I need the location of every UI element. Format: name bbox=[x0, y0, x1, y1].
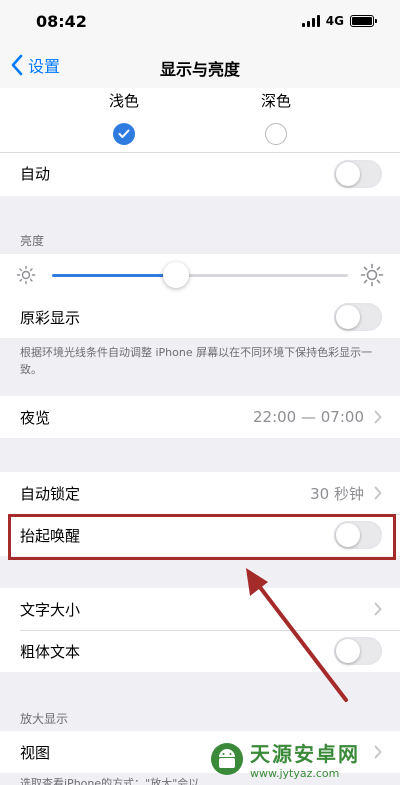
night-shift-value: 22:00 — 07:00 bbox=[253, 408, 364, 426]
status-bar: 08:42 4G bbox=[0, 0, 400, 44]
watermark-text: 天源安卓网 www.jytyaz.com bbox=[250, 738, 360, 780]
battery-icon bbox=[350, 15, 377, 27]
chevron-right-icon bbox=[374, 602, 382, 616]
dark-label: 深色 bbox=[260, 92, 291, 110]
checkmark-icon bbox=[118, 129, 130, 138]
status-time: 08:42 bbox=[36, 12, 87, 31]
auto-lock-label: 自动锁定 bbox=[20, 484, 81, 503]
light-radio[interactable] bbox=[113, 123, 135, 145]
appearance-dark-option[interactable]: 深色 bbox=[246, 88, 306, 145]
sun-large-icon bbox=[360, 263, 384, 287]
sun-small-icon bbox=[16, 265, 36, 285]
brightness-fill bbox=[52, 274, 177, 277]
watermark-url: www.jytyaz.com bbox=[250, 767, 340, 780]
auto-row: 自动 bbox=[0, 152, 400, 194]
true-tone-toggle[interactable] bbox=[334, 303, 382, 331]
toggle-knob bbox=[336, 162, 360, 186]
highlight-box bbox=[8, 514, 396, 560]
chevron-right-icon bbox=[374, 745, 382, 759]
light-label: 浅色 bbox=[108, 92, 139, 110]
auto-toggle[interactable] bbox=[334, 160, 382, 188]
toggle-knob bbox=[336, 639, 360, 663]
dark-radio[interactable] bbox=[265, 123, 287, 145]
zoom-header: 放大显示 bbox=[20, 712, 69, 726]
true-tone-row: 原彩显示 bbox=[0, 296, 400, 338]
watermark-title: 天源安卓网 bbox=[250, 742, 360, 766]
auto-lock-value: 30 秒钟 bbox=[310, 484, 364, 503]
bold-text-toggle[interactable] bbox=[334, 637, 382, 665]
toggle-knob bbox=[336, 305, 360, 329]
appearance-section: 浅色 深色 自动 bbox=[0, 88, 400, 196]
zoom-view-label: 视图 bbox=[20, 743, 51, 762]
auto-lock-row[interactable]: 自动锁定 30 秒钟 bbox=[0, 472, 400, 514]
true-tone-label: 原彩显示 bbox=[20, 308, 81, 327]
brightness-thumb[interactable] bbox=[163, 262, 190, 288]
night-shift-label: 夜览 bbox=[20, 408, 51, 427]
text-size-label: 文字大小 bbox=[20, 600, 81, 619]
nav-bar: 设置 显示与亮度 bbox=[0, 44, 400, 88]
signal-icon bbox=[301, 15, 320, 27]
android-logo-icon bbox=[211, 743, 243, 775]
true-tone-footer: 根据环境光线条件自动调整 iPhone 屏幕以在不同环境下保持色彩显示一致。 bbox=[20, 346, 373, 376]
auto-label: 自动 bbox=[20, 165, 51, 183]
status-icons: 4G bbox=[301, 14, 377, 28]
chevron-right-icon bbox=[374, 410, 382, 424]
brightness-section: 原彩显示 bbox=[0, 254, 400, 338]
appearance-light-option[interactable]: 浅色 bbox=[94, 88, 154, 145]
night-shift-section: 夜览 22:00 — 07:00 bbox=[0, 396, 400, 438]
brightness-header: 亮度 bbox=[20, 234, 45, 248]
night-shift-row[interactable]: 夜览 22:00 — 07:00 bbox=[0, 396, 400, 438]
brightness-slider-row bbox=[0, 254, 400, 296]
network-type: 4G bbox=[325, 14, 344, 28]
brightness-slider[interactable] bbox=[52, 262, 348, 288]
text-size-row[interactable]: 文字大小 bbox=[0, 588, 400, 630]
bold-text-row: 粗体文本 bbox=[0, 630, 400, 672]
page-title: 显示与亮度 bbox=[159, 60, 240, 79]
chevron-right-icon bbox=[374, 486, 382, 500]
watermark: 天源安卓网 www.jytyaz.com bbox=[210, 738, 360, 780]
text-section: 文字大小 粗体文本 bbox=[0, 588, 400, 672]
bold-text-label: 粗体文本 bbox=[20, 642, 81, 661]
